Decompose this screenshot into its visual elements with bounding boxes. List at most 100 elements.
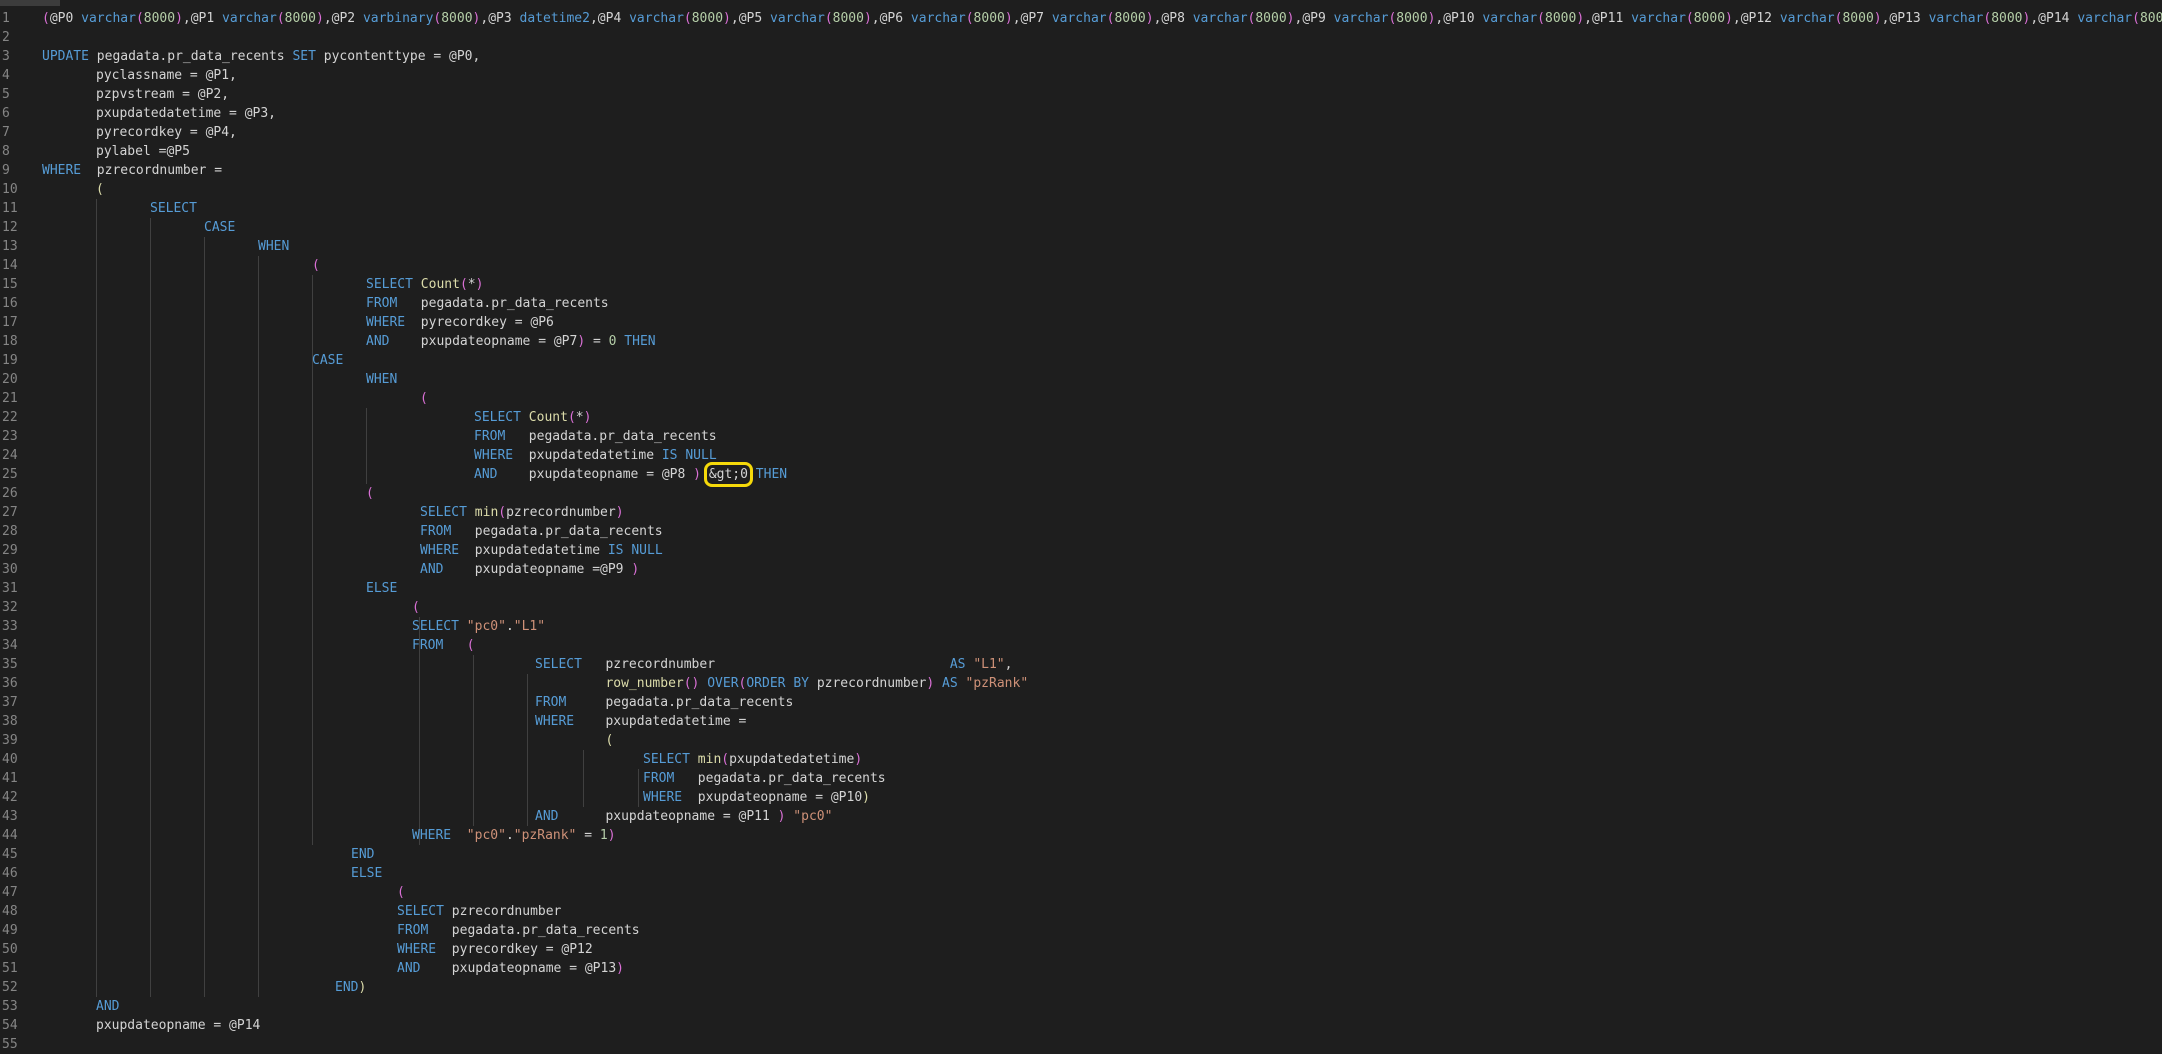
code-line[interactable]: 7 pyrecordkey = @P4,: [0, 123, 2162, 142]
code-line[interactable]: 30 AND pxupdateopname =@P9 ): [0, 560, 2162, 579]
code-token: FROM: [412, 638, 467, 653]
code-line[interactable]: 17 WHERE pyrecordkey = @P6: [0, 313, 2162, 332]
code-line[interactable]: 49 FROM pegadata.pr_data_recents: [0, 921, 2162, 940]
line-number: 7: [2, 125, 10, 140]
code-line[interactable]: 25 AND pxupdateopname = @P8 ) &gt;0 THEN: [0, 462, 2162, 487]
code-token: END: [335, 980, 359, 995]
code-text: (@P0 varchar(8000),@P1 varchar(8000),@P2…: [42, 9, 2162, 28]
code-token: pyclassname = @P1,: [96, 68, 237, 83]
code-line[interactable]: 31 ELSE: [0, 579, 2162, 598]
code-line[interactable]: 40 SELECT min(pxupdatedatetime): [0, 750, 2162, 769]
code-token: Count: [420, 277, 460, 292]
code-line[interactable]: 5 pzpvstream = @P2,: [0, 85, 2162, 104]
code-line[interactable]: 16 FROM pegadata.pr_data_recents: [0, 294, 2162, 313]
code-line[interactable]: 47 (: [0, 883, 2162, 902]
code-token: ): [175, 11, 183, 26]
code-token: pxupdatedatetime: [474, 543, 608, 558]
code-line[interactable]: 15 SELECT Count(*): [0, 275, 2162, 294]
code-line[interactable]: 6 pxupdatedatetime = @P3,: [0, 104, 2162, 123]
code-line[interactable]: 12 CASE: [0, 218, 2162, 237]
code-token: pzrecordnumber: [451, 904, 562, 919]
code-token: ): [693, 467, 701, 482]
code-line[interactable]: 55: [0, 1035, 2162, 1054]
code-text: WHERE pxupdatedatetime IS NULL: [474, 446, 717, 465]
code-line[interactable]: 14 (: [0, 256, 2162, 275]
code-text: FROM pegadata.pr_data_recents: [535, 693, 793, 712]
code-text: SELECT pzrecordnumber AS "L1",: [535, 655, 1012, 674]
code-text: WHERE pzrecordnumber =: [42, 161, 222, 180]
code-line[interactable]: 53 AND: [0, 997, 2162, 1016]
code-line[interactable]: 46 ELSE: [0, 864, 2162, 883]
code-line[interactable]: 39 (: [0, 731, 2162, 750]
code-line[interactable]: 51 AND pxupdateopname = @P13): [0, 959, 2162, 978]
code-token: 8000: [1114, 11, 1146, 26]
code-token: pylabel =@P5: [96, 144, 190, 159]
code-line[interactable]: 18 AND pxupdateopname = @P7) = 0 THEN: [0, 332, 2162, 351]
code-line[interactable]: 22 SELECT Count(*): [0, 408, 2162, 427]
code-line[interactable]: 37 FROM pegadata.pr_data_recents: [0, 693, 2162, 712]
code-line[interactable]: 8 pylabel =@P5: [0, 142, 2162, 161]
code-line[interactable]: 32 (: [0, 598, 2162, 617]
code-line[interactable]: 11 SELECT: [0, 199, 2162, 218]
code-token: (: [366, 486, 374, 501]
line-number: 10: [2, 182, 18, 197]
code-line[interactable]: 24 WHERE pxupdatedatetime IS NULL: [0, 446, 2162, 465]
code-line[interactable]: 20 WHEN: [0, 370, 2162, 389]
code-token: (: [96, 182, 104, 197]
code-line[interactable]: 9 WHERE pzrecordnumber =: [0, 161, 2162, 180]
code-token: (: [498, 505, 507, 520]
code-line[interactable]: 34 FROM (: [0, 636, 2162, 655]
code-token: varchar: [629, 11, 684, 26]
code-token: "pc0": [466, 828, 506, 843]
code-line[interactable]: 10 (: [0, 180, 2162, 199]
code-line[interactable]: 23 FROM pegadata.pr_data_recents: [0, 427, 2162, 446]
code-token: ): [863, 11, 872, 26]
line-number: 48: [2, 904, 18, 919]
code-token: (: [965, 11, 974, 26]
code-token: WHERE: [643, 790, 698, 805]
code-line[interactable]: 52 END): [0, 978, 2162, 997]
code-line[interactable]: 45 END: [0, 845, 2162, 864]
code-line[interactable]: 2: [0, 28, 2162, 47]
code-line[interactable]: 50 WHERE pyrecordkey = @P12: [0, 940, 2162, 959]
code-token: pzrecordnumber: [506, 505, 616, 520]
code-line[interactable]: 4 pyclassname = @P1,: [0, 66, 2162, 85]
code-token: UPDATE: [42, 49, 97, 64]
code-text: (: [412, 598, 420, 617]
line-number: 43: [2, 809, 18, 824]
code-line[interactable]: 35 SELECT pzrecordnumber AS "L1",: [0, 655, 2162, 674]
code-token: pegadata.pr_data_recents: [420, 296, 609, 311]
code-line[interactable]: 19 CASE: [0, 351, 2162, 370]
code-line[interactable]: 13 WHEN: [0, 237, 2162, 256]
code-line[interactable]: 36 row_number() OVER(ORDER BY pzrecordnu…: [0, 674, 2162, 693]
code-token: pegadata.pr_data_recents: [528, 429, 717, 444]
code-line[interactable]: 33 SELECT "pc0"."L1": [0, 617, 2162, 636]
code-token: ,: [1004, 657, 1013, 672]
code-token: ): [631, 562, 640, 577]
code-line[interactable]: 26 (: [0, 484, 2162, 503]
code-line[interactable]: 41 FROM pegadata.pr_data_recents: [0, 769, 2162, 788]
code-line[interactable]: 43 AND pxupdateopname = @P11 ) "pc0": [0, 807, 2162, 826]
line-number: 38: [2, 714, 18, 729]
code-token: ,@P9: [1294, 11, 1334, 26]
code-token: ): [1576, 11, 1585, 26]
code-line[interactable]: 42 WHERE pxupdateopname = @P10): [0, 788, 2162, 807]
code-token: AND: [96, 999, 120, 1014]
code-line[interactable]: 44 WHERE "pc0"."pzRank" = 1): [0, 826, 2162, 845]
code-line[interactable]: 54 pxupdateopname = @P14: [0, 1016, 2162, 1035]
line-number: 23: [2, 429, 18, 444]
code-line[interactable]: 1 (@P0 varchar(8000),@P1 varchar(8000),@P…: [0, 9, 2162, 28]
code-text: AND pxupdateopname = @P7) = 0 THEN: [366, 332, 656, 351]
code-line[interactable]: 38 WHERE pxupdatedatetime =: [0, 712, 2162, 731]
code-line[interactable]: 21 (: [0, 389, 2162, 408]
code-line[interactable]: 48 SELECT pzrecordnumber: [0, 902, 2162, 921]
code-line[interactable]: 29 WHERE pxupdatedatetime IS NULL: [0, 541, 2162, 560]
code-token: WHEN: [366, 372, 398, 387]
code-line[interactable]: 3 UPDATE pegadata.pr_data_recents SET pyc…: [0, 47, 2162, 66]
code-line[interactable]: 28 FROM pegadata.pr_data_recents: [0, 522, 2162, 541]
code-line[interactable]: 27 SELECT min(pzrecordnumber): [0, 503, 2162, 522]
code-token: FROM: [535, 695, 606, 710]
code-text: SELECT pzrecordnumber: [397, 902, 561, 921]
code-editor[interactable]: 1 (@P0 varchar(8000),@P1 varchar(8000),@P…: [0, 0, 2162, 1052]
code-text: WHERE pxupdateopname = @P10): [643, 788, 870, 807]
